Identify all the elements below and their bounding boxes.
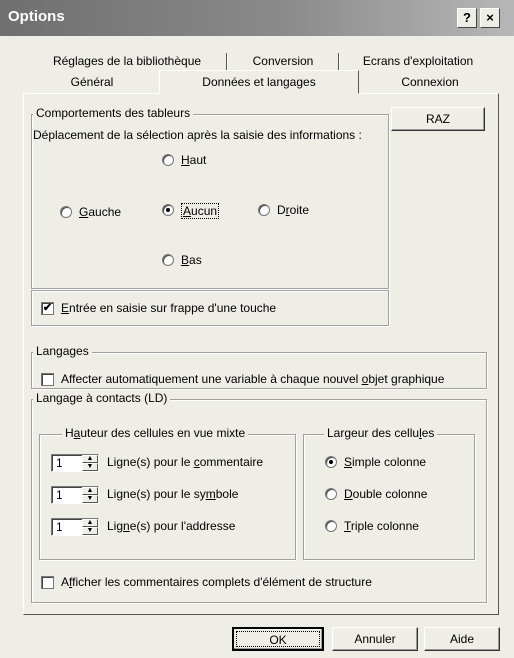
langages-group-label: Langages [33, 344, 92, 358]
radio-simple-colonne[interactable] [325, 456, 337, 468]
help-icon[interactable]: ? [457, 8, 477, 28]
addresse-label: Ligne(s) pour l'addresse [107, 519, 236, 533]
entree-checkbox[interactable]: ✔ [41, 302, 54, 315]
radio-droite[interactable] [258, 204, 270, 216]
tab-donnees-langages[interactable]: Données et langages [159, 70, 359, 94]
stepper-down-icon[interactable]: ▼ [82, 495, 98, 503]
afficher-checkbox[interactable] [41, 576, 54, 589]
afficher-checkbox-label[interactable]: Afficher les commentaires complets d'élé… [61, 575, 372, 589]
radio-double-colonne[interactable] [325, 488, 337, 500]
radio-droite-label[interactable]: Droite [277, 203, 309, 217]
hauteur-group-label: Hauteur des cellules en vue mixte [62, 426, 249, 440]
entree-checkbox-label[interactable]: Entrée en saisie sur frappe d'une touche [61, 301, 276, 315]
stepper-down-icon[interactable]: ▼ [82, 527, 98, 535]
addresse-stepper[interactable]: 1 ▲ ▼ [51, 518, 99, 536]
tab-connexion[interactable]: Connexion [363, 71, 497, 93]
commentaire-stepper[interactable]: 1 ▲ ▼ [51, 454, 99, 472]
tab-separator [338, 53, 339, 70]
close-icon[interactable]: × [480, 8, 500, 28]
stepper-down-icon[interactable]: ▼ [82, 463, 98, 471]
commentaire-stepper-value[interactable]: 1 [56, 456, 63, 470]
radio-haut-label[interactable]: Haut [181, 153, 206, 167]
largeur-group-label: Largeur des cellules [324, 426, 438, 440]
raz-button[interactable]: RAZ [391, 107, 485, 131]
tab-ecrans-exploitation[interactable]: Ecrans d'exploitation [340, 50, 496, 72]
radio-gauche[interactable] [60, 206, 72, 218]
radio-triple-colonne-label[interactable]: Triple colonne [344, 519, 419, 533]
aide-button[interactable]: Aide [424, 627, 500, 651]
radio-bas[interactable] [162, 254, 174, 266]
addresse-stepper-value[interactable]: 1 [56, 520, 63, 534]
symbole-stepper[interactable]: 1 ▲ ▼ [51, 486, 99, 504]
deplacement-label: Déplacement de la sélection après la sai… [33, 128, 362, 142]
radio-double-colonne-label[interactable]: Double colonne [344, 487, 427, 501]
radio-simple-colonne-label[interactable]: Simple colonne [344, 455, 426, 469]
symbole-label: Ligne(s) pour le symbole [107, 487, 239, 501]
title-bar[interactable]: Options ? × [0, 0, 514, 36]
tab-separator [226, 53, 227, 70]
radio-haut[interactable] [162, 154, 174, 166]
tableurs-group-label: Comportements des tableurs [33, 106, 194, 120]
commentaire-label: Ligne(s) pour le commentaire [107, 455, 264, 469]
tab-panel: Comportements des tableurs Déplacement d… [23, 93, 499, 615]
tab-row-back: Réglages de la bibliothèque Conversion E… [28, 50, 498, 72]
affecter-checkbox-label[interactable]: Affecter automatiquement une variable à … [61, 372, 444, 386]
tab-general[interactable]: Général [25, 71, 159, 93]
options-dialog: Options ? × Réglages de la bibliothèque … [0, 0, 514, 658]
window-title: Options [8, 8, 65, 25]
stepper-up-icon[interactable]: ▲ [82, 519, 98, 527]
radio-triple-colonne[interactable] [325, 520, 337, 532]
ld-group-label: Langage à contacts (LD) [33, 391, 171, 405]
radio-aucun-label[interactable]: Aucun [181, 203, 220, 219]
annuler-button[interactable]: Annuler [332, 627, 418, 651]
ok-button[interactable]: OK [232, 627, 324, 651]
tab-reglages-bibliotheque[interactable]: Réglages de la bibliothèque [28, 50, 226, 72]
affecter-checkbox[interactable] [41, 373, 54, 386]
radio-bas-label[interactable]: Bas [181, 253, 202, 267]
stepper-up-icon[interactable]: ▲ [82, 487, 98, 495]
radio-gauche-label[interactable]: Gauche [79, 205, 121, 219]
tab-row-front: Général Données et langages Connexion [23, 70, 499, 94]
stepper-up-icon[interactable]: ▲ [82, 455, 98, 463]
symbole-stepper-value[interactable]: 1 [56, 488, 63, 502]
tab-conversion[interactable]: Conversion [228, 50, 338, 72]
radio-aucun[interactable] [162, 204, 174, 216]
